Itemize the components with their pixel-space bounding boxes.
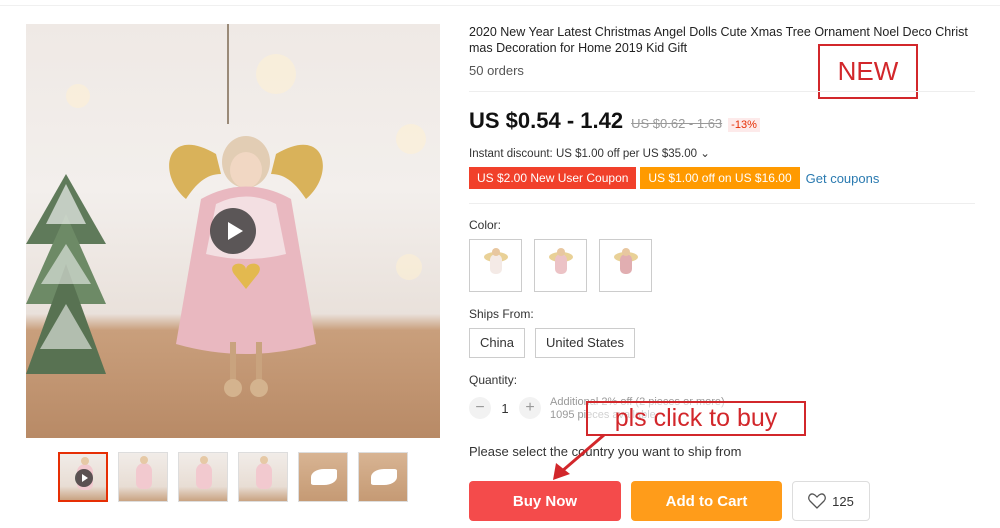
ship-option-united-states[interactable]: United States [534,328,636,358]
top-divider [0,0,1000,6]
angel-figure [620,248,632,274]
thumbnail-image[interactable] [358,452,408,502]
add-to-cart-button[interactable]: Add to Cart [631,481,782,521]
color-option-rose[interactable] [599,239,652,292]
new-user-coupon[interactable]: US $2.00 New User Coupon [469,167,637,189]
color-label: Color: [469,218,502,232]
wishlist-count: 125 [832,493,854,509]
thumbnail-video[interactable] [58,452,108,502]
divider [469,91,975,92]
christmas-tree-decor [26,174,106,374]
bokeh-light [256,54,296,94]
thumbnail-image[interactable] [118,452,168,502]
angel-figure [490,248,502,274]
quantity-label: Quantity: [469,373,518,387]
wishlist-button[interactable]: 125 [792,481,870,521]
quantity-minus-button[interactable]: − [469,397,491,419]
order-count: 50 orders [469,63,524,78]
color-options [469,239,652,292]
thumbnail-image[interactable] [298,452,348,502]
quantity-value[interactable]: 1 [491,401,519,416]
current-price: US $0.54 - 1.42 [469,108,624,133]
quantity-stepper: − 1 + [469,397,541,419]
thumbnail-image [136,456,152,489]
hanging-string [227,24,229,124]
color-option-pink[interactable] [534,239,587,292]
ships-from-options: China United States [469,328,636,358]
shipping-message: Please select the country you want to sh… [469,444,742,459]
price-row: US $0.54 - 1.42 US $0.62 - 1.63 -13% [469,108,760,134]
bokeh-light [396,254,422,280]
coupon-row: US $2.00 New User Coupon US $1.00 off on… [469,167,879,189]
bokeh-light [396,124,426,154]
thumbnail-image[interactable] [178,452,228,502]
store-coupon[interactable]: US $1.00 off on US $16.00 [640,167,800,189]
ship-option-china[interactable]: China [469,328,525,358]
color-option-white[interactable] [469,239,522,292]
quantity-plus-button[interactable]: + [519,397,541,419]
discount-badge: -13% [728,118,760,132]
click-to-buy-annotation: pls click to buy [586,401,806,436]
get-coupons-link[interactable]: Get coupons [806,171,880,186]
main-product-image[interactable] [26,24,440,438]
heart-icon [808,493,827,509]
buy-now-button[interactable]: Buy Now [469,481,621,521]
thumbnail-image [371,469,397,485]
divider [469,203,975,204]
thumbnail-image [311,469,337,485]
angel-figure [555,248,567,274]
thumbnail-image[interactable] [238,452,288,502]
play-icon [75,469,93,487]
play-video-icon[interactable] [210,208,256,254]
ships-from-label: Ships From: [469,307,534,321]
original-price: US $0.62 - 1.63 [631,116,723,131]
bokeh-light [66,84,90,108]
thumbnail-strip [58,452,408,502]
instant-discount-link[interactable]: Instant discount: US $1.00 off per US $3… [469,146,710,160]
thumbnail-image [196,456,212,489]
angel-doll-figure [169,136,323,397]
thumbnail-image [256,456,272,489]
